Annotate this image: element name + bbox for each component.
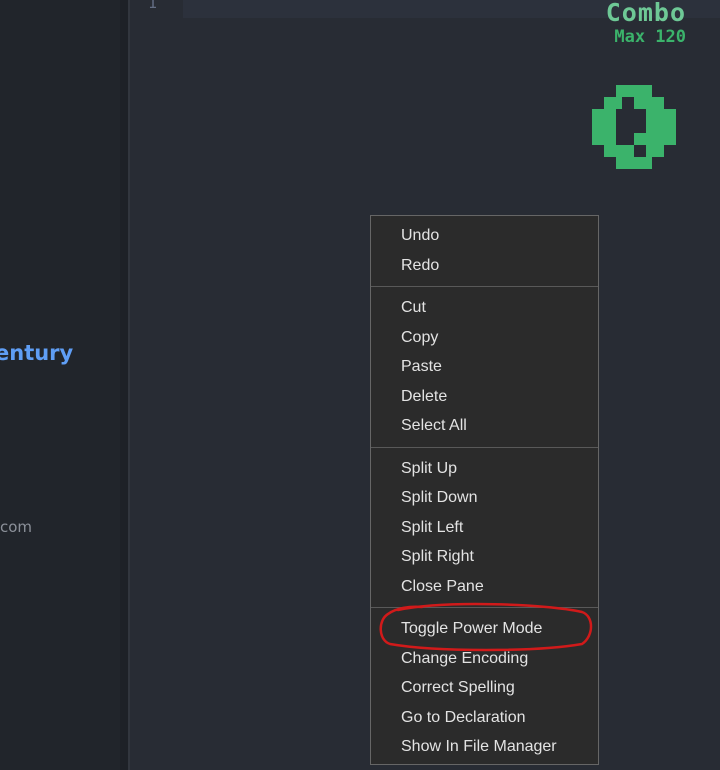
tree-view-panel: entury com — [0, 0, 120, 770]
combo-label: Combo — [605, 0, 686, 27]
annotation-circle — [379, 602, 593, 652]
context-menu: Undo Redo Cut Copy Paste Delete Select A… — [370, 215, 599, 765]
menu-item-split-up[interactable]: Split Up — [371, 454, 598, 484]
menu-item-split-down[interactable]: Split Down — [371, 483, 598, 513]
menu-item-select-all[interactable]: Select All — [371, 411, 598, 441]
combo-count — [592, 85, 676, 169]
menu-item-close-pane[interactable]: Close Pane — [371, 572, 598, 602]
menu-item-show-in-file-manager[interactable]: Show In File Manager — [371, 732, 598, 762]
menu-item-correct-spelling[interactable]: Correct Spelling — [371, 673, 598, 703]
menu-item-go-to-declaration[interactable]: Go to Declaration — [371, 703, 598, 733]
line-number: 1 — [148, 0, 158, 12]
menu-item-split-left[interactable]: Split Left — [371, 513, 598, 543]
menu-item-split-right[interactable]: Split Right — [371, 542, 598, 572]
pane-divider[interactable] — [120, 0, 128, 770]
menu-separator — [371, 286, 598, 287]
menu-item-redo[interactable]: Redo — [371, 251, 598, 281]
panel-link[interactable]: entury — [0, 341, 73, 365]
menu-item-cut[interactable]: Cut — [371, 293, 598, 323]
combo-max-label: Max 120 — [614, 27, 686, 47]
panel-domain-text: com — [0, 518, 33, 536]
menu-item-undo[interactable]: Undo — [371, 221, 598, 251]
menu-item-delete[interactable]: Delete — [371, 382, 598, 412]
menu-separator — [371, 446, 598, 448]
menu-item-copy[interactable]: Copy — [371, 323, 598, 353]
menu-item-paste[interactable]: Paste — [371, 352, 598, 382]
